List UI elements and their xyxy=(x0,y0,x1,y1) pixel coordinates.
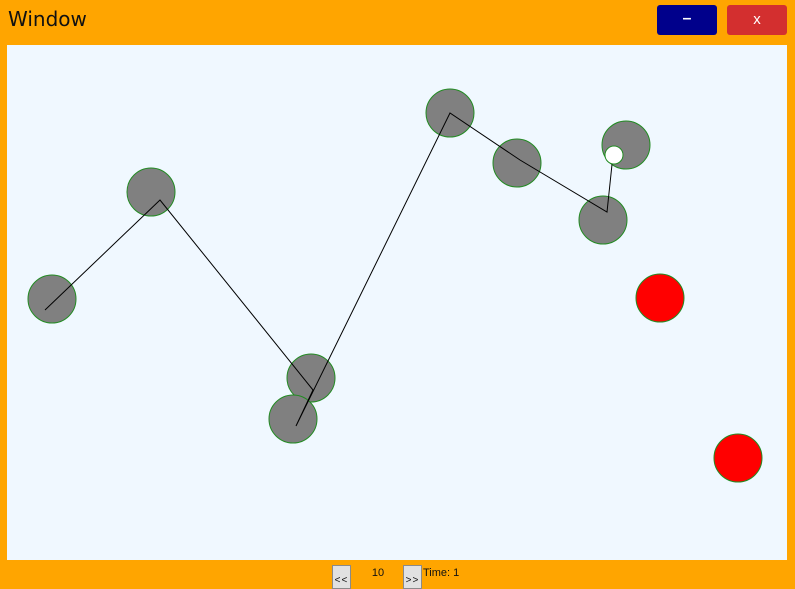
target-node-1 xyxy=(635,273,685,323)
node-1 xyxy=(27,274,77,324)
step-value: 10 xyxy=(371,567,385,579)
next-step-button[interactable]: >> xyxy=(403,565,422,589)
time-label: Time: 1 xyxy=(423,567,460,579)
window-title: Window xyxy=(8,7,87,31)
close-button[interactable]: x xyxy=(727,5,787,35)
previous-step-button[interactable]: << xyxy=(332,565,351,589)
simulation-canvas[interactable] xyxy=(7,45,787,560)
node-7 xyxy=(578,195,628,245)
node-4 xyxy=(268,394,318,444)
minimize-button[interactable]: – xyxy=(657,5,717,35)
title-bar: Window – x xyxy=(0,0,795,40)
app-window: Window – x << 10 >> Time: 1 xyxy=(0,0,795,589)
playback-controls: << 10 >> Time: 1 xyxy=(0,560,795,589)
simulation-svg xyxy=(27,88,763,483)
target-node-2 xyxy=(713,433,763,483)
current-position-marker xyxy=(604,145,624,165)
